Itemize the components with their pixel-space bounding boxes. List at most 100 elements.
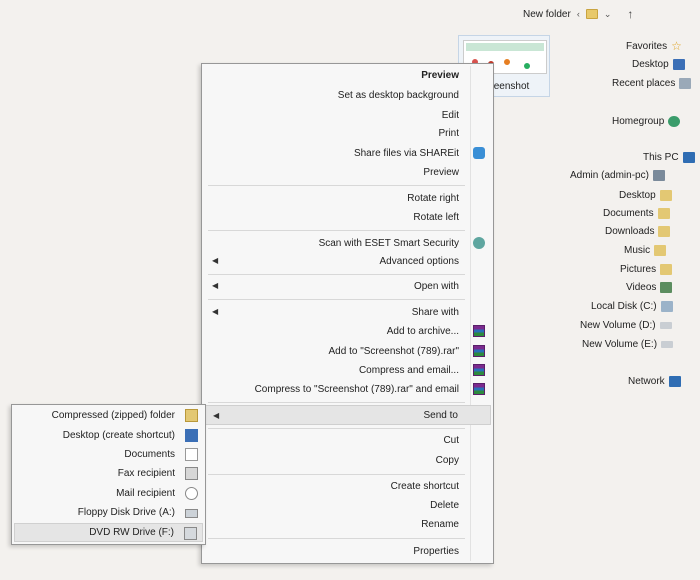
menu-item-compress-and-email[interactable]: Compress and email... (204, 361, 491, 379)
submenu-label: Desktop (create shortcut) (62, 430, 175, 441)
submenu-label: Floppy Disk Drive (A:) (77, 507, 175, 518)
nav-item-desktop[interactable]: Desktop (632, 56, 685, 72)
menu-label: Preview (421, 69, 459, 81)
nav-item-new-volume-d[interactable]: New Volume (D:) (580, 317, 672, 333)
menu-item-preview-default[interactable]: Preview (204, 66, 491, 84)
homegroup-icon (668, 115, 681, 127)
submenu-label: Mail recipient (116, 488, 175, 499)
submenu-item-desktop-shortcut[interactable]: Desktop (create shortcut) (14, 426, 203, 445)
menu-separator (208, 474, 465, 475)
menu-item-copy[interactable]: Copy (204, 451, 491, 469)
menu-separator (208, 299, 465, 300)
shareit-icon (473, 147, 485, 159)
submenu-arrow-icon: ◀ (212, 281, 219, 290)
menu-item-share-with[interactable]: ◀ Share with (204, 303, 491, 321)
menu-label: Compress and email... (358, 364, 459, 376)
nav-item-downloads[interactable]: Downloads (605, 223, 671, 239)
menu-item-preview[interactable]: Preview (204, 163, 491, 181)
nav-label: Favorites (626, 40, 668, 52)
nav-label: Videos (626, 281, 657, 293)
nav-label: Desktop (632, 58, 669, 70)
nav-item-music[interactable]: Music (624, 242, 667, 258)
menu-label: Share files via SHAREit (353, 147, 459, 159)
network-computer-icon (652, 169, 665, 181)
nav-item-this-pc[interactable]: This PC (643, 149, 695, 165)
menu-item-set-desktop-background[interactable]: Set as desktop background (204, 86, 491, 104)
menu-label: Add to "Screenshot (789).rar" (328, 345, 460, 357)
nav-item-local-disk-c[interactable]: Local Disk (C:) (591, 298, 673, 314)
menu-item-rotate-left[interactable]: Rotate left (204, 208, 491, 226)
submenu-item-documents[interactable]: Documents (14, 445, 203, 464)
menu-item-shareit[interactable]: Share files via SHAREit (204, 144, 491, 162)
nav-item-documents[interactable]: Documents (603, 205, 670, 221)
nav-label: Pictures (620, 263, 657, 275)
menu-separator (208, 185, 465, 186)
menu-label: Add to archive... (386, 325, 459, 337)
drive-icon (661, 340, 674, 348)
videos-folder-icon (660, 281, 673, 293)
menu-item-open-with[interactable]: ◀ Open with (204, 277, 491, 295)
menu-label: Copy (435, 454, 459, 466)
breadcrumb-folder[interactable]: New folder (523, 9, 571, 20)
nav-label: Recent places (612, 77, 676, 89)
nav-label: Music (624, 244, 651, 256)
music-folder-icon (654, 244, 667, 256)
menu-item-delete[interactable]: Delete (204, 496, 491, 514)
up-arrow-icon[interactable]: ↑ (627, 7, 633, 21)
documents-folder-icon (657, 207, 670, 219)
menu-item-send-to[interactable]: ◀ Send to (204, 405, 491, 425)
menu-label: Create shortcut (390, 480, 459, 492)
nav-item-favorites[interactable]: Favorites ☆ (626, 38, 682, 54)
nav-item-recent-places[interactable]: Recent places (612, 75, 692, 91)
menu-label: Delete (430, 499, 459, 511)
nav-item-videos[interactable]: Videos (626, 279, 673, 295)
chevron-down-icon[interactable]: ⌄ (604, 9, 612, 20)
menu-item-rotate-right[interactable]: Rotate right (204, 189, 491, 207)
nav-item-homegroup[interactable]: Homegroup (612, 113, 681, 129)
menu-item-add-to-rar[interactable]: Add to "Screenshot (789).rar" (204, 342, 491, 360)
menu-label: Compress to "Screenshot (789).rar" and e… (254, 383, 459, 395)
menu-item-compress-rar-email[interactable]: Compress to "Screenshot (789).rar" and e… (204, 380, 491, 398)
local-disk-icon (660, 300, 673, 312)
nav-item-network[interactable]: Network (628, 373, 681, 389)
submenu-item-fax-recipient[interactable]: Fax recipient (14, 464, 203, 483)
nav-label: Local Disk (C:) (591, 300, 657, 312)
submenu-label: Fax recipient (117, 468, 175, 479)
floppy-drive-icon (185, 509, 198, 518)
nav-label: Homegroup (612, 115, 665, 127)
submenu-label: Compressed (zipped) folder (51, 410, 175, 421)
dvd-drive-icon (184, 527, 197, 540)
chevron-left-icon: ‹ (576, 9, 580, 19)
menu-item-eset-scan[interactable]: Scan with ESET Smart Security (204, 234, 491, 252)
menu-item-advanced-options[interactable]: ◀ Advanced options (204, 252, 491, 270)
mail-icon (185, 487, 198, 500)
nav-label: This PC (643, 151, 679, 163)
submenu-item-dvd-drive[interactable]: DVD RW Drive (F:) (14, 523, 203, 542)
menu-item-rename[interactable]: Rename (204, 515, 491, 533)
submenu-item-compressed-folder[interactable]: Compressed (zipped) folder (14, 406, 203, 425)
menu-item-edit[interactable]: Edit (204, 106, 491, 124)
menu-label: Cut (443, 434, 459, 446)
nav-item-desktop-pc[interactable]: Desktop (619, 187, 672, 203)
menu-item-print[interactable]: Print (204, 124, 491, 142)
nav-item-admin[interactable]: Admin (admin-pc) (570, 167, 665, 183)
desktop-folder-icon (659, 189, 672, 201)
fax-icon (185, 467, 198, 480)
menu-separator (208, 274, 465, 275)
submenu-item-floppy-drive[interactable]: Floppy Disk Drive (A:) (14, 503, 203, 522)
submenu-item-mail-recipient[interactable]: Mail recipient (14, 484, 203, 503)
menu-separator (208, 538, 465, 539)
nav-item-pictures[interactable]: Pictures (620, 261, 673, 277)
menu-item-cut[interactable]: Cut (204, 431, 491, 449)
nav-item-new-volume-e[interactable]: New Volume (E:) (582, 336, 674, 352)
pictures-folder-icon (660, 263, 673, 275)
menu-label: Send to (423, 409, 458, 421)
desktop-icon (185, 429, 198, 442)
menu-item-add-to-archive[interactable]: Add to archive... (204, 322, 491, 340)
menu-item-create-shortcut[interactable]: Create shortcut (204, 477, 491, 495)
menu-label: Scan with ESET Smart Security (318, 237, 459, 249)
menu-label: Advanced options (379, 255, 459, 267)
submenu-label: DVD RW Drive (F:) (89, 527, 174, 538)
menu-item-properties[interactable]: Properties (204, 542, 491, 560)
star-icon: ☆ (671, 39, 682, 53)
